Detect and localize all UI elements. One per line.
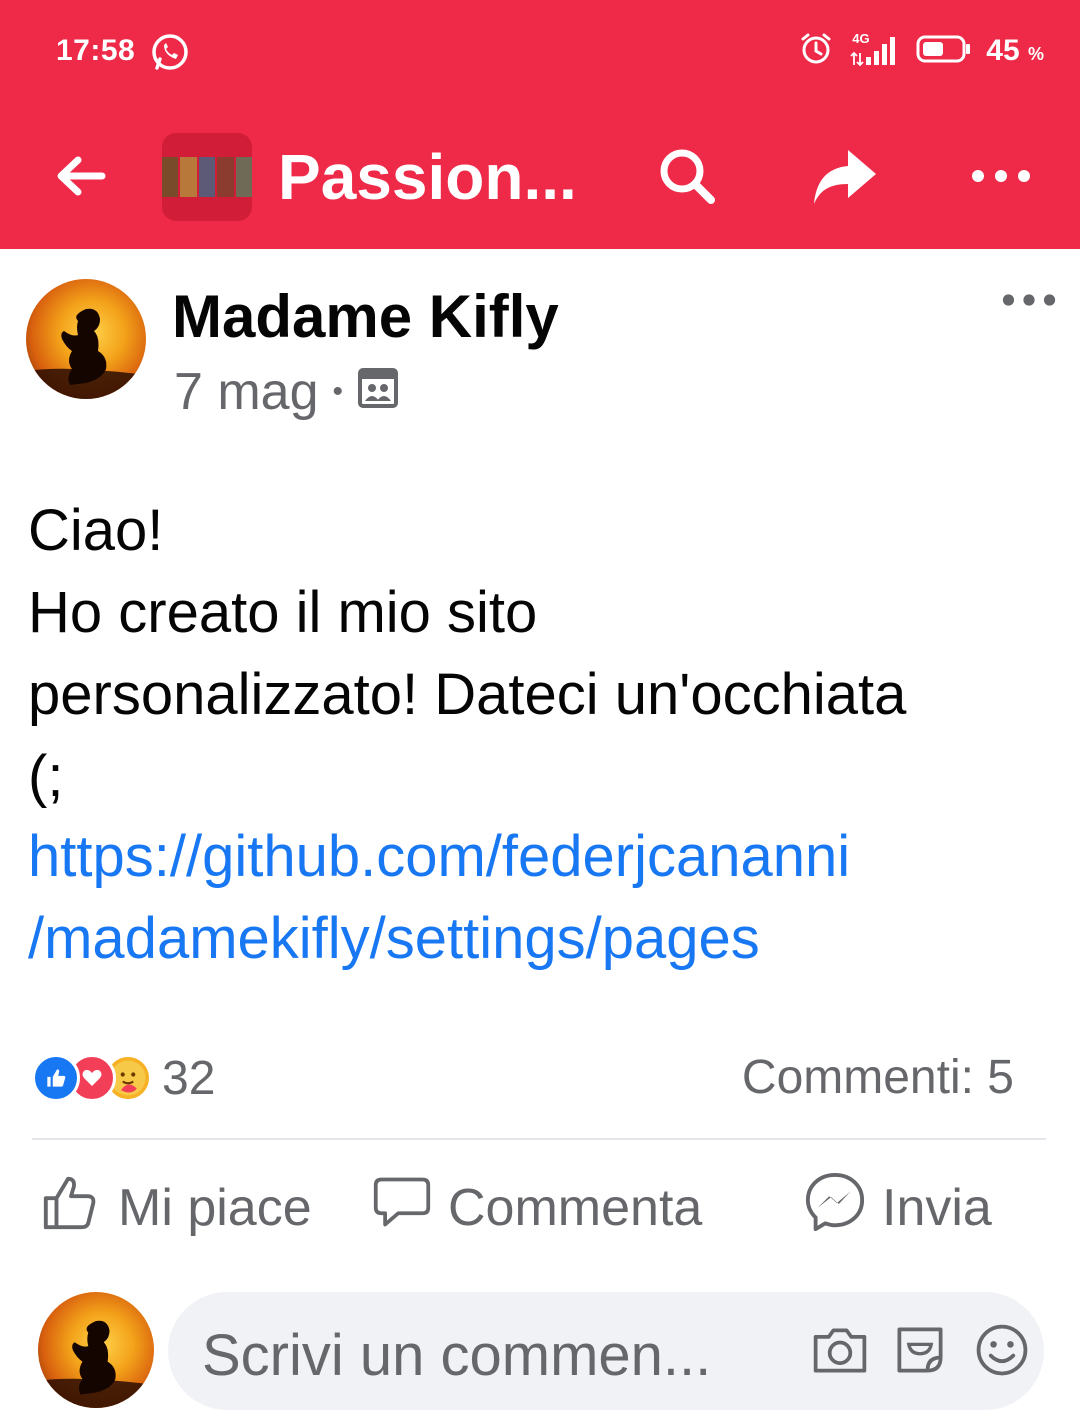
post-link-line[interactable]: /madamekifly/settings/pages (28, 898, 1058, 980)
status-time: 17:58 (56, 34, 136, 67)
share-icon (810, 144, 880, 213)
gif-sticker-icon[interactable] (888, 1318, 952, 1382)
post-link[interactable]: https://github.com/federjcananni /madame… (28, 816, 1058, 980)
post-meta: 7 mag • (174, 362, 399, 422)
status-icons: 4G 45 % (798, 28, 1044, 74)
post-link-line[interactable]: https://github.com/federjcananni (28, 816, 1058, 898)
comment-button[interactable]: Commenta (372, 1172, 702, 1244)
like-button[interactable]: Mi piace (40, 1172, 312, 1244)
group-title[interactable]: Passion... (278, 140, 577, 214)
comments-count[interactable]: Commenti: 5 (742, 1050, 1014, 1105)
share-button[interactable] (810, 143, 880, 213)
comment-icon (372, 1172, 432, 1245)
user-avatar[interactable] (38, 1292, 154, 1408)
post-text-line: (; (28, 744, 64, 809)
comment-placeholder: Scrivi un commen... (202, 1323, 712, 1388)
divider (32, 1138, 1046, 1140)
search-button[interactable] (652, 143, 722, 213)
search-icon (655, 144, 719, 213)
post-date[interactable]: 7 mag (174, 362, 319, 422)
author-avatar[interactable] (26, 279, 146, 399)
battery-unit: % (1027, 44, 1044, 64)
post-options-button[interactable] (996, 282, 1062, 322)
author-name[interactable]: Madame Kifly (172, 282, 559, 351)
post-text-line: Ho creato il mio sito (28, 580, 538, 645)
post-text-line: personalizzato! Dateci un'occhiata (28, 662, 907, 727)
messenger-icon (804, 1171, 866, 1246)
battery-level: 45 % (986, 34, 1044, 68)
more-button[interactable] (966, 143, 1036, 213)
comment-input[interactable]: Scrivi un commen... (168, 1292, 1044, 1410)
alarm-icon (798, 31, 834, 72)
network-label: 4G (852, 31, 870, 46)
whatsapp-icon (150, 32, 190, 72)
group-thumbnail[interactable] (162, 133, 252, 221)
comment-label: Commenta (448, 1179, 703, 1237)
emoji-icon[interactable] (970, 1318, 1034, 1382)
battery-percent: 45 (986, 34, 1020, 67)
battery-icon (916, 34, 972, 69)
group-audience-icon (357, 362, 399, 422)
like-label: Mi piace (118, 1179, 312, 1237)
app-header: 17:58 4G 45 % Passion... (0, 0, 1080, 249)
like-reaction-icon (32, 1054, 80, 1102)
camera-icon[interactable] (808, 1318, 872, 1382)
send-button[interactable]: Invia (804, 1172, 992, 1244)
like-icon (40, 1171, 102, 1246)
more-icon (1001, 292, 1057, 313)
back-button[interactable] (48, 148, 112, 208)
post-text: Ciao! Ho creato il mio sito personalizza… (28, 490, 1058, 818)
signal-icon: 4G (848, 31, 902, 71)
meta-separator: • (332, 375, 344, 408)
back-arrow-icon (50, 151, 110, 206)
reactions-summary[interactable]: 32 (32, 1050, 215, 1106)
reaction-count: 32 (162, 1051, 216, 1105)
post-text-line: Ciao! (28, 498, 164, 563)
more-icon (966, 166, 1036, 191)
send-label: Invia (882, 1179, 992, 1237)
